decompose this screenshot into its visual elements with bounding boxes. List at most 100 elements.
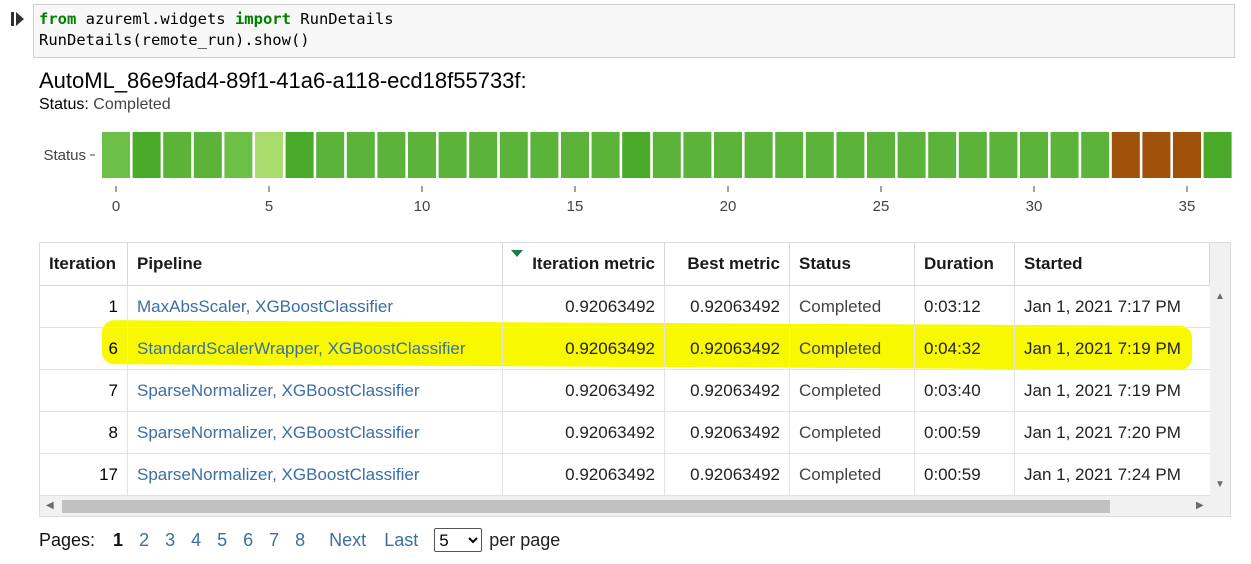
- status-cell[interactable]: [408, 132, 436, 178]
- chart-y-label: Status: [43, 147, 86, 164]
- status-cell[interactable]: [255, 132, 283, 178]
- status-cell[interactable]: [346, 132, 375, 178]
- cell-best-metric: 0.92063492: [665, 454, 790, 495]
- cell-best-metric: 0.92063492: [665, 328, 790, 369]
- status-cell[interactable]: [1081, 132, 1110, 178]
- x-tick-label: 5: [265, 198, 273, 215]
- per-page-label: per page: [489, 529, 561, 550]
- page-7-link[interactable]: 7: [269, 530, 279, 551]
- page-8-link[interactable]: 8: [295, 530, 305, 551]
- status-cell[interactable]: [132, 132, 161, 178]
- page-1-link[interactable]: 1: [113, 530, 123, 551]
- status-cell[interactable]: [1142, 132, 1171, 178]
- status-cell[interactable]: [1111, 132, 1140, 178]
- col-header-best-metric[interactable]: Best metric: [665, 243, 790, 285]
- table-row[interactable]: 6 StandardScalerWrapper, XGBoostClassifi…: [40, 328, 1210, 370]
- cell-status: Completed: [790, 286, 915, 327]
- col-header-status[interactable]: Status: [790, 243, 915, 285]
- status-cell[interactable]: [163, 132, 192, 178]
- page-6-link[interactable]: 6: [243, 530, 253, 551]
- status-cell[interactable]: [989, 132, 1018, 178]
- page-4-link[interactable]: 4: [191, 530, 201, 551]
- page-5-link[interactable]: 5: [217, 530, 227, 551]
- per-page-select[interactable]: 5: [434, 528, 483, 552]
- scroll-right-icon[interactable]: ▶: [1196, 500, 1204, 511]
- status-cell[interactable]: [102, 132, 130, 178]
- table-row[interactable]: 8 SparseNormalizer, XGBoostClassifier 0.…: [40, 412, 1210, 454]
- status-cell[interactable]: [714, 132, 742, 178]
- run-status-value: Completed: [93, 96, 171, 113]
- cell-started: Jan 1, 2021 7:19 PM: [1024, 338, 1181, 358]
- status-cell[interactable]: [1020, 132, 1048, 178]
- status-cell[interactable]: [836, 132, 865, 178]
- status-cell[interactable]: [285, 132, 314, 178]
- cell-pipeline-link[interactable]: SparseNormalizer, XGBoostClassifier: [128, 370, 503, 411]
- scroll-left-icon[interactable]: ◀: [46, 500, 54, 511]
- vertical-scrollbar[interactable]: ▲ ▼: [1210, 243, 1230, 496]
- cell-iteration-metric: 0.92063492: [503, 454, 665, 495]
- cell-iteration: 1: [40, 286, 128, 327]
- scroll-up-icon[interactable]: ▲: [1215, 291, 1225, 302]
- status-cell[interactable]: [561, 132, 589, 178]
- status-cell[interactable]: [499, 132, 528, 178]
- cell-iteration: 7: [40, 370, 128, 411]
- table-row[interactable]: 17 SparseNormalizer, XGBoostClassifier 0…: [40, 454, 1210, 496]
- status-cell[interactable]: [591, 132, 620, 178]
- status-cell[interactable]: [805, 132, 834, 178]
- status-cell[interactable]: [438, 132, 467, 178]
- x-tick-label: 15: [567, 198, 584, 215]
- x-tick-label: 10: [414, 198, 431, 215]
- scroll-down-icon[interactable]: ▼: [1215, 479, 1225, 490]
- status-cell[interactable]: [897, 132, 926, 178]
- col-header-iteration-metric[interactable]: Iteration metric: [503, 243, 665, 285]
- x-tick-label: 30: [1026, 198, 1043, 215]
- last-page-link[interactable]: Last: [384, 530, 418, 551]
- next-page-link[interactable]: Next: [329, 530, 366, 551]
- cell-iteration: 17: [40, 454, 128, 495]
- page-2-link[interactable]: 2: [139, 530, 149, 551]
- cell-iteration-metric: 0.92063492: [503, 370, 665, 411]
- col-header-iteration[interactable]: Iteration: [40, 243, 128, 285]
- cell-pipeline-link[interactable]: StandardScalerWrapper, XGBoostClassifier: [128, 328, 503, 369]
- page-3-link[interactable]: 3: [165, 530, 175, 551]
- code-keyword-import: import: [234, 10, 291, 28]
- status-cell[interactable]: [652, 132, 681, 178]
- status-cell[interactable]: [316, 132, 345, 178]
- cell-pipeline-link[interactable]: SparseNormalizer, XGBoostClassifier: [128, 412, 503, 453]
- status-cell[interactable]: [193, 132, 222, 178]
- status-cell[interactable]: [1050, 132, 1079, 178]
- cell-pipeline-link[interactable]: SparseNormalizer, XGBoostClassifier: [128, 454, 503, 495]
- pages-label: Pages:: [39, 529, 96, 550]
- status-cell[interactable]: [377, 132, 406, 178]
- x-tick-label: 20: [720, 198, 737, 215]
- status-cell[interactable]: [1203, 132, 1232, 178]
- horizontal-scrollbar[interactable]: ◀ ▶: [40, 496, 1230, 516]
- status-cell[interactable]: [224, 132, 253, 178]
- col-header-started[interactable]: Started: [1015, 243, 1210, 285]
- cell-duration: 0:00:59: [915, 412, 1015, 453]
- code-class: RunDetails: [290, 10, 394, 28]
- cell-pipeline-link[interactable]: MaxAbsScaler, XGBoostClassifier: [128, 286, 503, 327]
- col-header-duration[interactable]: Duration: [915, 243, 1015, 285]
- run-cell-icon[interactable]: [10, 10, 26, 28]
- code-cell[interactable]: from azureml.widgets import RunDetails R…: [33, 4, 1235, 58]
- cell-iteration-metric: 0.92063492: [503, 286, 665, 327]
- status-cell[interactable]: [867, 132, 895, 178]
- status-cell[interactable]: [469, 132, 498, 178]
- cell-iteration: 6: [40, 328, 128, 369]
- status-cell[interactable]: [622, 132, 651, 178]
- status-cell[interactable]: [958, 132, 987, 178]
- table-row[interactable]: 1 MaxAbsScaler, XGBoostClassifier 0.9206…: [40, 286, 1210, 328]
- cell-duration: 0:04:32: [915, 328, 1015, 369]
- status-cell[interactable]: [775, 132, 804, 178]
- code-keyword-from: from: [39, 10, 77, 28]
- col-header-pipeline[interactable]: Pipeline: [128, 243, 503, 285]
- status-cell[interactable]: [683, 132, 712, 178]
- status-cell[interactable]: [1173, 132, 1201, 178]
- table-header: Iteration Pipeline Iteration metric Best…: [40, 243, 1210, 286]
- status-cell[interactable]: [744, 132, 773, 178]
- status-cell[interactable]: [928, 132, 957, 178]
- status-cell[interactable]: [530, 132, 559, 178]
- horizontal-scroll-thumb[interactable]: [62, 500, 1110, 513]
- table-row[interactable]: 7 SparseNormalizer, XGBoostClassifier 0.…: [40, 370, 1210, 412]
